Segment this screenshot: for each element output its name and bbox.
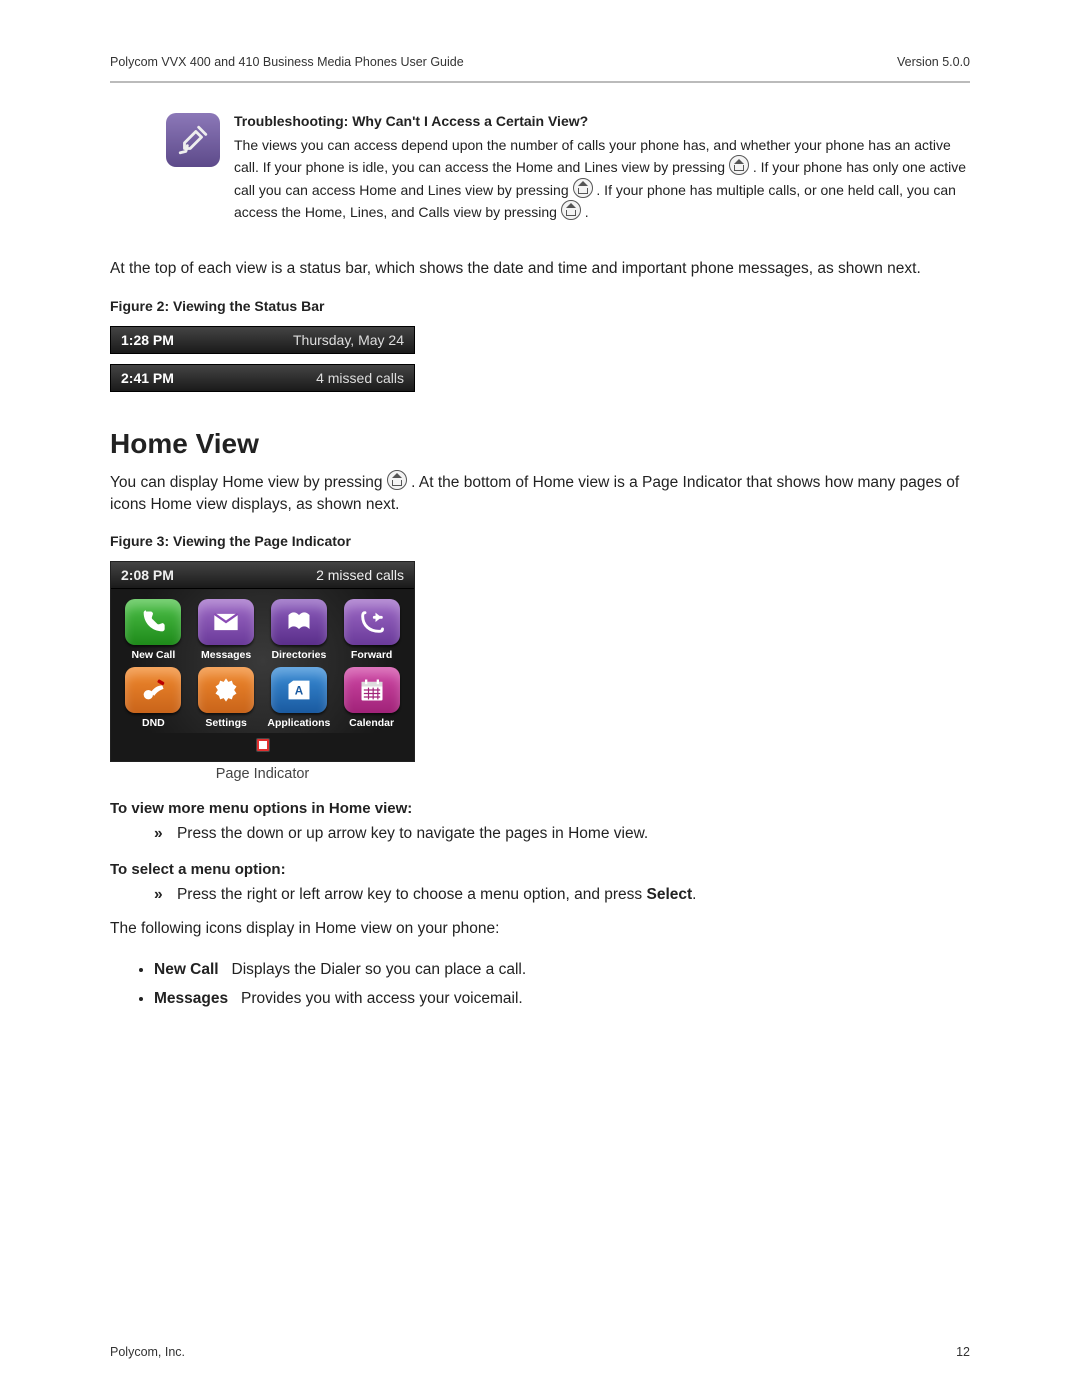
home-app-settings: Settings — [192, 667, 261, 729]
status-right: 2 missed calls — [316, 567, 404, 583]
status-time: 1:28 PM — [121, 332, 174, 348]
home-icon-grid: New Call Messages Directories Forward DND Set… — [111, 589, 414, 733]
home-view-heading: Home View — [110, 428, 970, 460]
text-fragment: Press the right or left arrow key to cho… — [177, 886, 647, 903]
figure3-caption: Figure 3: Viewing the Page Indicator — [110, 533, 970, 549]
home-key-icon — [573, 178, 593, 198]
phone-status-bar: 2:08 PM 2 missed calls — [111, 562, 414, 589]
forward-icon — [344, 599, 400, 645]
new-call-icon — [125, 599, 181, 645]
icon-description: Provides you with access your voicemail. — [241, 990, 523, 1007]
app-label: Forward — [351, 649, 392, 661]
doc-title: Polycom VVX 400 and 410 Business Media P… — [110, 55, 464, 69]
header-rule — [110, 81, 970, 83]
app-label: Applications — [267, 717, 330, 729]
icon-definition-item: Messages Provides you with access your v… — [154, 987, 970, 1012]
applications-icon: A — [271, 667, 327, 713]
home-app-dnd: DND — [119, 667, 188, 729]
text-fragment: Press the down or up arrow key to naviga… — [177, 825, 648, 842]
troubleshooting-text: The views you can access depend upon the… — [234, 135, 970, 222]
instruction-heading: To select a menu option: — [110, 861, 970, 878]
page-header: Polycom VVX 400 and 410 Business Media P… — [110, 55, 970, 75]
figure2-image: 1:28 PM Thursday, May 24 2:41 PM 4 misse… — [110, 326, 970, 392]
status-time: 2:41 PM — [121, 370, 174, 386]
text-fragment: . — [692, 886, 696, 903]
settings-icon — [198, 667, 254, 713]
page-indicator-dot — [257, 739, 269, 751]
status-right: Thursday, May 24 — [293, 332, 404, 348]
directories-icon — [271, 599, 327, 645]
status-bar-row: 2:41 PM 4 missed calls — [110, 364, 415, 392]
icon-definition-list: New Call Displays the Dialer so you can … — [110, 958, 970, 1012]
app-label: Calendar — [349, 717, 394, 729]
home-app-applications: A Applications — [265, 667, 334, 729]
home-key-icon — [561, 200, 581, 220]
instruction-item: » Press the right or left arrow key to c… — [110, 886, 970, 904]
home-key-icon — [387, 470, 407, 490]
footer-page-number: 12 — [956, 1345, 970, 1359]
icon-description: Displays the Dialer so you can place a c… — [232, 961, 527, 978]
troubleshooting-callout: Troubleshooting: Why Can't I Access a Ce… — [110, 113, 970, 222]
status-time: 2:08 PM — [121, 567, 174, 583]
home-app-calendar: Calendar — [337, 667, 406, 729]
app-label: Messages — [201, 649, 251, 661]
figure3-image: 2:08 PM 2 missed calls New Call Messages D… — [110, 561, 415, 762]
body-paragraph: The following icons display in Home view… — [110, 918, 970, 940]
home-key-icon — [729, 155, 749, 175]
status-bar-row: 1:28 PM Thursday, May 24 — [110, 326, 415, 354]
page-indicator-label: Page Indicator — [110, 766, 415, 782]
home-app-directories: Directories — [265, 599, 334, 661]
status-right: 4 missed calls — [316, 370, 404, 386]
tools-icon — [166, 113, 220, 167]
bullet-marker: » — [154, 825, 163, 843]
page-indicator-area — [111, 733, 414, 761]
messages-icon — [198, 599, 254, 645]
instruction-heading: To view more menu options in Home view: — [110, 800, 970, 817]
app-label: DND — [142, 717, 165, 729]
home-app-forward: Forward — [337, 599, 406, 661]
home-app-messages: Messages — [192, 599, 261, 661]
body-paragraph: You can display Home view by pressing . … — [110, 470, 970, 515]
icon-name: Messages — [154, 990, 228, 1007]
app-label: New Call — [131, 649, 175, 661]
dnd-icon — [125, 667, 181, 713]
text-fragment: . — [585, 204, 589, 220]
icon-name: New Call — [154, 961, 219, 978]
bullet-marker: » — [154, 886, 163, 904]
instruction-item: » Press the down or up arrow key to navi… — [110, 825, 970, 843]
svg-text:A: A — [295, 685, 304, 698]
app-label: Settings — [205, 717, 246, 729]
app-label: Directories — [271, 649, 326, 661]
figure2-caption: Figure 2: Viewing the Status Bar — [110, 298, 970, 314]
body-paragraph: At the top of each view is a status bar,… — [110, 258, 970, 280]
icon-definition-item: New Call Displays the Dialer so you can … — [154, 958, 970, 983]
page-footer: Polycom, Inc. 12 — [110, 1345, 970, 1359]
select-keyword: Select — [647, 886, 693, 903]
footer-company: Polycom, Inc. — [110, 1345, 185, 1359]
text-fragment: You can display Home view by pressing — [110, 474, 387, 491]
doc-version: Version 5.0.0 — [897, 55, 970, 69]
home-app-new-call: New Call — [119, 599, 188, 661]
troubleshooting-title: Troubleshooting: Why Can't I Access a Ce… — [234, 113, 970, 129]
calendar-icon — [344, 667, 400, 713]
